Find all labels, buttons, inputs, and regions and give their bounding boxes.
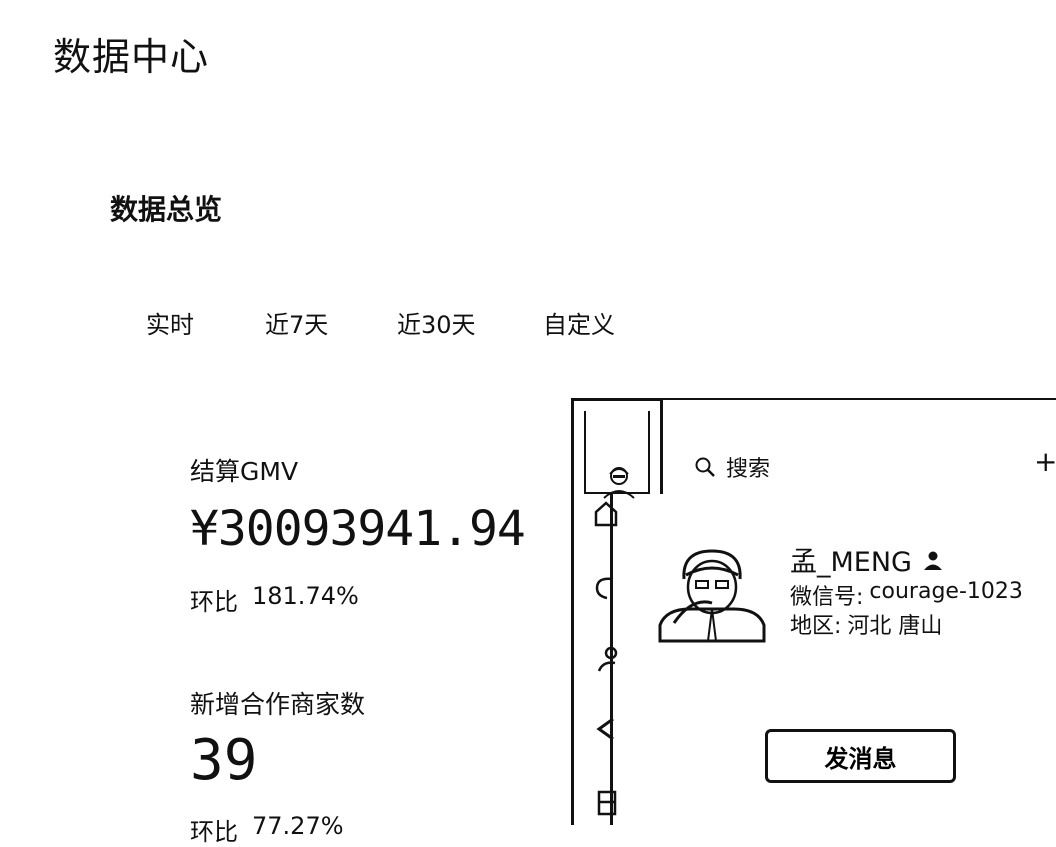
tab-realtime[interactable]: 实时 [146,305,194,340]
tab-custom[interactable]: 自定义 [543,305,615,340]
contacts-icon[interactable] [593,645,619,673]
metric-gmv-compare-label: 环比 [190,588,238,616]
tab-30-days[interactable]: 近30天 [397,305,476,340]
files-icon[interactable] [593,788,619,816]
chat-icon[interactable] [593,574,619,602]
profile-name: 孟_MENG [790,547,912,578]
search-bar[interactable]: 搜索 [694,451,770,483]
metric-partners-label: 新增合作商家数 [190,690,366,719]
profile-name-row: 孟_MENG [790,540,944,579]
metric-gmv-compare: 环比 181.74% [190,582,359,617]
page-title: 数据中心 [53,35,210,79]
section-title: 数据总览 [110,193,223,226]
profile-region-row: 地区: 河北 唐山 [790,608,942,640]
favorites-icon[interactable] [593,715,619,743]
profile-avatar [658,549,766,643]
profile-wechat-row: 微信号: courage-1023 [790,579,1023,611]
metric-partners-compare-value: 77.27% [252,812,344,840]
region-label: 地区: [790,614,842,639]
metric-partners-value: 39 [190,728,258,793]
metric-gmv-label: 结算GMV [190,457,299,486]
search-icon [695,457,715,477]
metric-gmv-value: ¥30093941.94 [190,501,526,557]
wechat-id: courage-1023 [869,579,1023,604]
tab-7-days[interactable]: 近7天 [265,305,328,340]
home-icon[interactable] [593,500,619,528]
search-placeholder: 搜索 [726,457,771,482]
send-message-button[interactable]: 发消息 [765,729,956,783]
person-icon [923,551,942,570]
region-value: 河北 唐山 [847,614,943,639]
rail-avatar-icon[interactable] [600,462,638,500]
wechat-label: 微信号: [790,585,864,610]
metric-partners-compare-label: 环比 [190,818,238,846]
plus-icon[interactable]: + [1034,448,1056,476]
metric-partners-compare: 环比 77.27% [190,812,344,847]
metric-gmv-compare-value: 181.74% [252,582,359,610]
